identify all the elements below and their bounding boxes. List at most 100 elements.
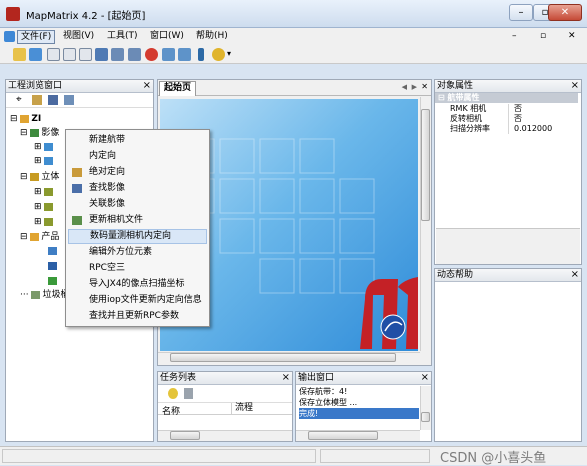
menu-help[interactable]: 帮助(H) xyxy=(193,30,231,44)
menu-item-find-image[interactable]: 查找影像 xyxy=(68,181,207,196)
properties-panel: 对象属性 × ⊟ 航带属性 RMK 相机 否 反转相机 否 扫描分辨率 0.01… xyxy=(434,79,582,265)
output-line: 保存航带：4! xyxy=(299,387,348,396)
strip-icon xyxy=(44,156,54,165)
view-icon[interactable] xyxy=(79,48,92,61)
crosshair-icon[interactable]: ⌖ xyxy=(16,94,22,105)
task-header: 任务列表 × xyxy=(158,372,292,385)
tree-item-model-1[interactable]: ⊞ xyxy=(34,187,55,198)
menu-item-interior-orientation[interactable]: 内定向 xyxy=(68,149,207,164)
new-project-icon[interactable] xyxy=(13,48,26,61)
tree-item-image[interactable]: ⊟ 影像 xyxy=(20,128,59,139)
tree-item-trash[interactable]: ··· 垃圾桶 xyxy=(20,290,69,301)
tool-icon[interactable] xyxy=(32,95,42,105)
menu-item-update-camera-file[interactable]: 更新相机文件 xyxy=(68,213,207,228)
menu-item-rpc-aerotriangulation[interactable]: RPC空三 xyxy=(68,261,207,276)
menu-bar: 文件(F) 视图(V) 工具(T) 窗口(W) 帮助(H) – ▫ ✕ xyxy=(0,28,587,46)
task-run-icon[interactable] xyxy=(168,388,178,399)
task-title: 任务列表 xyxy=(160,373,197,383)
model-icon[interactable] xyxy=(128,48,141,61)
property-row[interactable]: 扫描分辨率 0.012000 xyxy=(435,124,578,134)
project-panel-close-icon[interactable]: × xyxy=(143,80,151,91)
menu-tools[interactable]: 工具(T) xyxy=(104,30,141,44)
output-hscroll-thumb[interactable] xyxy=(308,431,378,440)
model-icon xyxy=(44,217,54,226)
property-group[interactable]: ⊟ 航带属性 xyxy=(435,93,578,103)
product-folder-icon xyxy=(30,232,40,241)
pin-icon[interactable] xyxy=(198,48,204,61)
mdi-close-icon[interactable]: ✕ xyxy=(568,31,576,41)
col-flow[interactable]: 流程 xyxy=(231,403,253,414)
output-hscroll[interactable] xyxy=(296,430,420,441)
output-line[interactable]: 完成! xyxy=(299,408,419,419)
stereo-icon[interactable] xyxy=(111,48,124,61)
task-delete-icon[interactable] xyxy=(184,388,193,399)
stereo-tool-icon[interactable] xyxy=(48,95,58,105)
output-vscroll[interactable] xyxy=(420,386,431,430)
mdi-restore-icon[interactable]: ▫ xyxy=(540,31,546,41)
toolbar-overflow-icon[interactable]: ▾ xyxy=(227,49,231,58)
status-pane-main xyxy=(2,449,316,463)
orientation-icon xyxy=(72,168,82,177)
output-close-icon[interactable]: × xyxy=(421,372,429,383)
document-vscroll[interactable] xyxy=(420,97,431,351)
project-icon xyxy=(20,114,30,123)
output-vscroll-thumb[interactable] xyxy=(421,412,430,422)
document-hscroll-thumb[interactable] xyxy=(170,353,396,362)
close-button[interactable]: ✕ xyxy=(548,4,582,21)
menu-window[interactable]: 窗口(W) xyxy=(147,30,187,44)
tree-item-strip-1[interactable]: ⊞ xyxy=(34,142,55,153)
help-header: 动态帮助 × xyxy=(435,269,581,282)
help-close-icon[interactable]: × xyxy=(571,269,579,280)
tree-root[interactable]: ⊟ ZI xyxy=(10,114,41,125)
tree-item-product[interactable]: ⊟ 产品 xyxy=(20,232,59,243)
menu-file[interactable]: 文件(F) xyxy=(17,30,56,44)
menu-item-absolute-orientation[interactable]: 绝对定向 xyxy=(68,165,207,180)
minimize-button[interactable]: – xyxy=(509,4,533,21)
tab-close-icon[interactable]: ✕ xyxy=(421,82,428,91)
menu-item-iop-update[interactable]: 使用iop文件更新内定向信息 xyxy=(68,293,207,308)
tree-item-product-1[interactable] xyxy=(48,246,59,257)
task-hscroll-thumb[interactable] xyxy=(170,431,200,440)
open-icon[interactable] xyxy=(29,48,42,61)
menu-item-digital-camera-io[interactable]: 数码量测相机内定向 xyxy=(68,229,207,244)
tab-start-page[interactable]: 起始页 xyxy=(159,81,197,96)
col-name[interactable]: 名称 xyxy=(162,404,180,417)
filter-icon[interactable] xyxy=(64,95,74,105)
status-pane-aux xyxy=(320,449,430,463)
app-icon xyxy=(6,7,20,21)
stop-icon[interactable] xyxy=(145,48,158,61)
menu-item-import-jx4[interactable]: 导入JX4的像点扫描坐标 xyxy=(68,277,207,292)
zoom-icon[interactable] xyxy=(63,48,76,61)
menu-item-update-rpc[interactable]: 查找并且更新RPC参数 xyxy=(68,309,207,324)
document-hscroll[interactable] xyxy=(158,352,420,363)
menu-item-link-image[interactable]: 关联影像 xyxy=(68,197,207,212)
property-grid: ⊟ 航带属性 RMK 相机 否 反转相机 否 扫描分辨率 0.012000 xyxy=(435,93,581,135)
tab-scroll-right-icon[interactable]: ▶ xyxy=(412,83,417,91)
task-close-icon[interactable]: × xyxy=(282,372,290,383)
image-icon[interactable] xyxy=(162,48,175,61)
property-row[interactable]: RMK 相机 否 xyxy=(435,104,578,114)
tab-scroll-left-icon[interactable]: ◀ xyxy=(402,83,407,91)
menu-item-edit-exterior[interactable]: 编辑外方位元素 xyxy=(68,245,207,260)
document-vscroll-thumb[interactable] xyxy=(421,109,430,221)
tree-item-strip-2[interactable]: ⊞ xyxy=(34,156,55,167)
tree-item-product-2[interactable] xyxy=(48,261,59,272)
tree-item-stereo[interactable]: ⊟ 立体 xyxy=(20,172,59,183)
help-icon[interactable] xyxy=(212,48,225,61)
product-icon xyxy=(48,276,57,285)
tree-item-model-2[interactable]: ⊞ xyxy=(34,202,55,213)
mdi-minimize-icon[interactable]: – xyxy=(512,31,517,41)
model-icon xyxy=(44,202,54,211)
output-header: 输出窗口 × xyxy=(296,372,431,385)
refresh-icon[interactable] xyxy=(178,48,191,61)
menu-view[interactable]: 视图(V) xyxy=(60,30,97,44)
select-icon[interactable] xyxy=(47,48,60,61)
menu-item-new-strip[interactable]: 新建航带 xyxy=(68,133,207,148)
properties-close-icon[interactable]: × xyxy=(571,80,579,91)
pan-icon[interactable] xyxy=(95,48,108,61)
property-row[interactable]: 反转相机 否 xyxy=(435,114,578,124)
model-icon xyxy=(44,187,54,196)
tree-item-product-3[interactable] xyxy=(48,276,59,287)
task-hscroll[interactable] xyxy=(158,430,292,441)
tree-item-model-3[interactable]: ⊞ xyxy=(34,217,55,228)
